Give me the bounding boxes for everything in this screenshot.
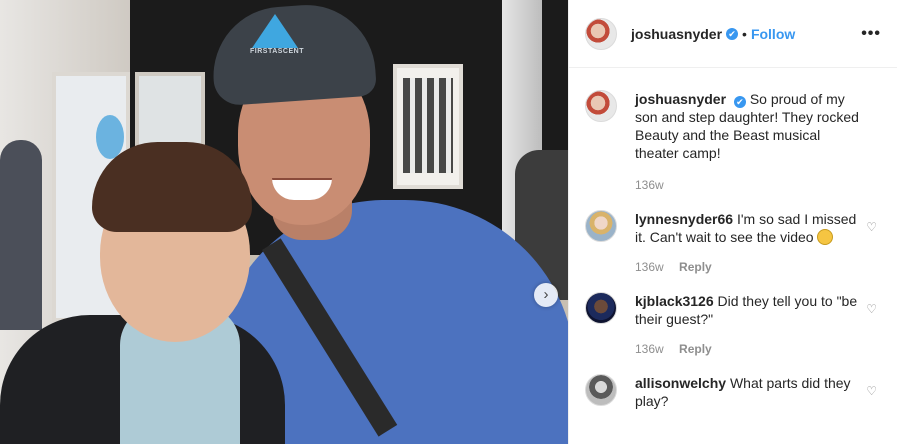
timestamp[interactable]: 136w xyxy=(635,178,664,192)
chevron-right-icon[interactable]: › xyxy=(534,283,558,307)
comment-meta: 136w Reply xyxy=(635,258,867,276)
avatar[interactable] xyxy=(585,90,617,122)
list-item: allisonwelchy What parts did they play? … xyxy=(585,374,881,410)
post-header: joshuasnyder ✔ • Follow ••• xyxy=(569,0,897,68)
comment-username[interactable]: kjblack3126 xyxy=(635,293,714,309)
heart-icon[interactable]: ♡ xyxy=(866,302,877,316)
list-item: kjblack3126 Did they tell you to "be the… xyxy=(585,292,881,358)
more-options-icon[interactable]: ••• xyxy=(861,25,881,43)
follow-button[interactable]: Follow xyxy=(751,26,795,42)
comment-body: kjblack3126 Did they tell you to "be the… xyxy=(635,292,867,358)
caption-meta: 136w xyxy=(635,176,867,194)
comment-body: lynnesnyder66 I'm so sad I missed it. Ca… xyxy=(635,210,867,276)
caption: joshuasnyder ✔ So proud of my son and st… xyxy=(585,90,881,194)
timestamp[interactable]: 136w xyxy=(635,260,664,274)
avatar[interactable] xyxy=(585,210,617,242)
timestamp[interactable]: 136w xyxy=(635,342,664,356)
post-sidebar: joshuasnyder ✔ • Follow ••• joshuasnyder… xyxy=(568,0,897,444)
comment-username[interactable]: lynnesnyder66 xyxy=(635,211,733,227)
avatar[interactable] xyxy=(585,374,617,406)
comment-username[interactable]: allisonwelchy xyxy=(635,375,726,391)
comment-meta: 136w Reply xyxy=(635,340,867,358)
cap-logo-text: FIRSTASCENT xyxy=(250,48,304,55)
heart-icon[interactable]: ♡ xyxy=(866,384,877,398)
heart-icon[interactable]: ♡ xyxy=(866,220,877,234)
photo-poster xyxy=(403,78,453,173)
list-item: lynnesnyder66 I'm so sad I missed it. Ca… xyxy=(585,210,881,276)
reply-button[interactable]: Reply xyxy=(679,342,712,356)
verified-icon: ✔ xyxy=(726,27,739,40)
header-username[interactable]: joshuasnyder xyxy=(631,26,722,42)
separator-dot: • xyxy=(742,25,747,42)
comments-list: joshuasnyder ✔ So proud of my son and st… xyxy=(569,68,897,410)
avatar[interactable] xyxy=(585,292,617,324)
reply-button[interactable]: Reply xyxy=(679,260,712,274)
verified-icon: ✔ xyxy=(733,96,746,108)
post-photo[interactable]: FIRSTASCENT › xyxy=(0,0,568,444)
caption-username[interactable]: joshuasnyder xyxy=(635,91,726,107)
photo-background-person xyxy=(0,140,42,330)
caption-body: joshuasnyder ✔ So proud of my son and st… xyxy=(635,90,867,194)
emoji-icon xyxy=(817,229,834,245)
avatar[interactable] xyxy=(585,17,617,50)
comment-body: allisonwelchy What parts did they play? xyxy=(635,374,867,410)
